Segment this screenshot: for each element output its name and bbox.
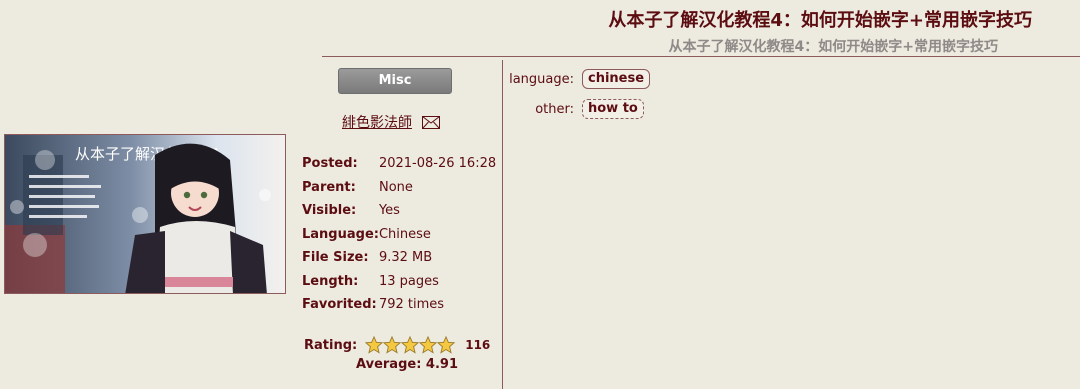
rating-average: Average: 4.91 xyxy=(356,357,458,372)
star-icon[interactable] xyxy=(401,336,420,354)
meta-row-language: Language: Chinese xyxy=(302,223,496,247)
meta-key: Parent: xyxy=(302,179,356,195)
cover-illustration: 从本子了解汉化教程4 xyxy=(5,135,285,293)
tag-namespace: language: xyxy=(509,71,574,87)
meta-value: 9.32 MB xyxy=(378,250,433,266)
uploader-link[interactable]: 緋色影法師 xyxy=(342,112,412,132)
meta-row-posted: Posted: 2021-08-26 16:28 xyxy=(302,152,496,176)
meta-value: Yes xyxy=(378,203,400,219)
meta-row-parent: Parent: None xyxy=(302,176,496,200)
tag-list: language: chinese other: how to xyxy=(504,64,651,124)
category-button[interactable]: Misc xyxy=(338,68,452,94)
cover-image[interactable]: 从本子了解汉化教程4 xyxy=(4,134,286,294)
meta-key: Length: xyxy=(302,273,359,289)
meta-value: Chinese xyxy=(378,226,431,242)
tag-namespace: other: xyxy=(535,101,574,117)
rating-label: Rating: xyxy=(304,337,358,353)
tag-chinese[interactable]: chinese xyxy=(582,69,651,89)
meta-row-file-size: File Size: 9.32 MB xyxy=(302,246,496,270)
meta-row-visible: Visible: Yes xyxy=(302,199,496,223)
tag-row-other: other: how to xyxy=(504,94,650,124)
meta-value: 2021-08-26 16:28 xyxy=(378,156,497,172)
meta-key: Favorited: xyxy=(302,297,377,313)
meta-key: Visible: xyxy=(302,203,357,219)
meta-key: Language: xyxy=(302,226,379,242)
tag-how-to[interactable]: how to xyxy=(582,99,644,119)
gallery-title-jp: 从本子了解汉化教程4：如何开始嵌字+常用嵌字技巧 xyxy=(668,39,998,55)
rating: Rating: 116 xyxy=(304,336,490,354)
meta-value: 792 times xyxy=(378,297,445,313)
meta-value: 13 pages xyxy=(378,273,439,289)
meta-key: Posted: xyxy=(302,156,358,172)
gallery-metadata: Posted: 2021-08-26 16:28 Parent: None Vi… xyxy=(302,152,496,317)
rating-stars[interactable] xyxy=(365,336,456,354)
star-icon[interactable] xyxy=(437,336,456,354)
star-icon[interactable] xyxy=(383,336,402,354)
tag-row-language: language: chinese xyxy=(504,64,651,94)
star-icon[interactable] xyxy=(419,336,438,354)
meta-row-favorited: Favorited: 792 times xyxy=(302,293,496,317)
gallery-title: 从本子了解汉化教程4：如何开始嵌字+常用嵌字技巧 xyxy=(608,10,1032,31)
rating-count: 116 xyxy=(465,338,491,352)
meta-key: File Size: xyxy=(302,250,369,266)
meta-row-length: Length: 13 pages xyxy=(302,270,496,294)
meta-value: None xyxy=(378,179,413,195)
title-divider xyxy=(322,56,1080,57)
uploader: 緋色影法師 xyxy=(342,112,440,132)
mail-icon[interactable] xyxy=(422,115,440,129)
star-icon[interactable] xyxy=(365,336,384,354)
column-divider xyxy=(502,60,503,389)
